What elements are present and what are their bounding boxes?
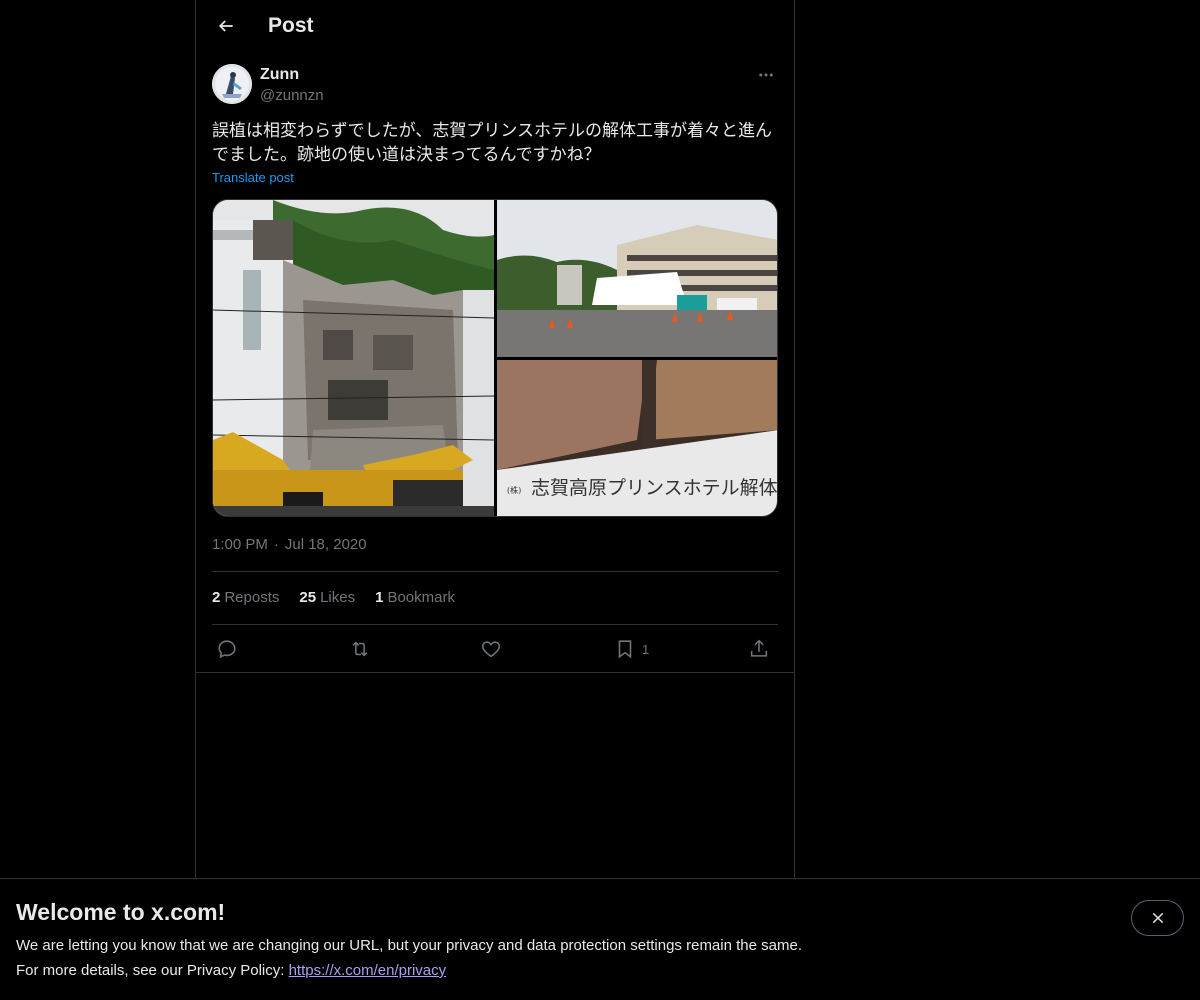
likes-stat[interactable]: 25 Likes <box>299 589 355 606</box>
like-icon <box>481 641 501 658</box>
banner-title: Welcome to x.com! <box>16 899 226 925</box>
bookmarks-stat[interactable]: 1 Bookmark <box>375 589 455 606</box>
post-time[interactable]: 1:00 PM <box>212 536 268 553</box>
post-media: (株) 志賀高原プリンスホテル解体工事 <box>212 199 778 517</box>
post-author: Zunn @zunnzn <box>212 64 778 108</box>
reply-button[interactable] <box>216 636 238 662</box>
share-icon <box>750 639 768 657</box>
repost-icon <box>352 641 368 657</box>
more-icon <box>759 73 773 77</box>
svg-text:(株): (株) <box>507 485 521 495</box>
repost-button[interactable] <box>349 636 371 662</box>
timestamp-separator: · <box>273 536 279 553</box>
photo-demolition[interactable] <box>213 200 494 516</box>
post-date[interactable]: Jul 18, 2020 <box>285 536 367 553</box>
close-icon <box>1152 912 1163 924</box>
post-text: 誤植は相変わらずでしたが、志賀プリンスホテルの解体工事が着々と進んでました。跡地… <box>212 121 772 165</box>
post-timestamp[interactable]: 1:00 PM · Jul 18, 2020 <box>212 536 367 553</box>
post-actions: 1 <box>212 636 778 662</box>
post-stats: 2 Reposts 25 Likes 1 Bookmark <box>212 589 455 606</box>
bookmark-icon <box>618 640 632 659</box>
back-button[interactable] <box>208 8 244 44</box>
banner-policy-prefix: For more details, see our Privacy Policy… <box>16 962 289 979</box>
translate-post-link[interactable]: Translate post <box>212 170 294 185</box>
bookmark-count: 1 <box>642 641 650 657</box>
share-button[interactable] <box>748 636 770 662</box>
banner-policy-line: For more details, see our Privacy Policy… <box>16 962 446 979</box>
author-handle[interactable]: @zunnzn <box>260 87 324 104</box>
likes-label: Likes <box>320 589 356 606</box>
close-banner-button[interactable] <box>1131 900 1184 936</box>
like-button[interactable] <box>480 636 502 662</box>
stats-divider-top <box>212 571 778 572</box>
reposts-count: 2 <box>212 589 221 606</box>
page-title: Post <box>268 14 314 37</box>
post-column: Post Zunn @zunnzn 誤植は相変わらずでしたが、志賀プリンスホテル… <box>195 0 795 1000</box>
reply-icon <box>218 640 236 659</box>
reposts-stat[interactable]: 2 Reposts <box>212 589 279 606</box>
likes-count: 25 <box>299 589 317 606</box>
avatar[interactable] <box>212 64 252 104</box>
post-bottom-border <box>196 672 794 673</box>
banner-message: We are letting you know that we are chan… <box>16 937 802 954</box>
bookmarks-count: 1 <box>375 589 384 606</box>
more-options-button[interactable] <box>754 64 778 86</box>
photo-hotel-exterior[interactable] <box>497 200 777 357</box>
post-header: Post <box>196 0 794 53</box>
privacy-policy-link[interactable]: https://x.com/en/privacy <box>289 962 447 979</box>
bookmarks-label: Bookmark <box>387 589 455 606</box>
photo-construction-sign[interactable]: (株) 志賀高原プリンスホテル解体工事 <box>497 360 778 516</box>
reposts-label: Reposts <box>224 589 280 606</box>
author-name[interactable]: Zunn <box>260 66 299 84</box>
welcome-banner: Welcome to x.com! We are letting you kno… <box>0 878 1200 1000</box>
stats-divider-bottom <box>212 624 778 625</box>
back-arrow-icon <box>218 20 233 32</box>
bookmark-button[interactable]: 1 <box>614 636 649 662</box>
sign-text: 志賀高原プリンスホテル解体工事 <box>531 477 778 499</box>
